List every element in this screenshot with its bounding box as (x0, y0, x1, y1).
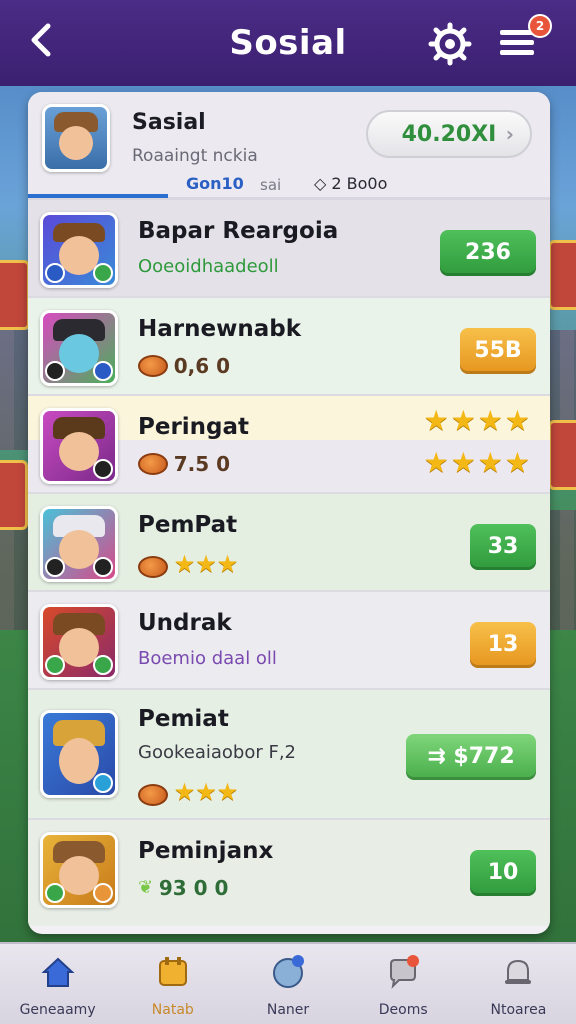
profile-name: Sasial (132, 110, 206, 135)
nav-label: Naner (266, 1002, 310, 1018)
friend-status: Ooeoidhaadeoll (138, 256, 279, 277)
friend-row[interactable]: Peringat 7.5 0 ★★★★ ★★★★ (28, 396, 550, 494)
friend-avatar (40, 710, 118, 798)
friend-row[interactable]: Harnewnabk 0,6 0 55B (28, 298, 550, 396)
friend-name: Harnewnabk (138, 316, 301, 342)
coin-icon (138, 355, 168, 377)
top-bar: Sosial 2 (0, 0, 576, 86)
gear-icon (428, 22, 472, 66)
chat-icon (390, 955, 420, 989)
friend-rating: ★★★ (138, 778, 238, 806)
home-icon (41, 957, 75, 987)
menu-button[interactable]: 2 (498, 14, 552, 64)
nav-label: Natab (151, 1002, 194, 1018)
tab-right-label: 2 Bo0o (331, 174, 388, 193)
star-rating: ★★★★ (423, 446, 532, 479)
score-button[interactable]: ⇉ $772 (406, 734, 536, 780)
friend-name: Peringat (138, 414, 250, 440)
bottom-nav: Geneaamy Natab Naner Deoms Ntoarea (0, 942, 576, 1024)
nav-label: Deoms (378, 1002, 428, 1018)
globe-icon (273, 955, 304, 988)
chevron-right-icon: › (505, 122, 514, 146)
friend-row[interactable]: Undrak Boemio daal oll 13 (28, 592, 550, 690)
coin-icon (138, 453, 168, 475)
friend-coins: 7.5 0 (138, 452, 230, 476)
profile-avatar[interactable] (42, 104, 110, 172)
nav-item-alerts[interactable]: Ntoarea (461, 944, 576, 1024)
profile-card: Sasial Roaaingt nckia 40.20XI › Gon10 sa… (28, 92, 550, 200)
score-button[interactable]: 33 (470, 524, 536, 570)
friend-coins: ❦ 93 0 0 (138, 876, 228, 900)
friend-name: Undrak (138, 610, 232, 636)
coin-icon (138, 556, 168, 578)
nav-item-home[interactable]: Geneaamy (0, 944, 115, 1024)
chevron-left-icon (31, 23, 51, 57)
back-button[interactable] (26, 22, 66, 62)
tab-right[interactable]: ◇ 2 Bo0o (314, 174, 387, 193)
friend-rating: ★★★ (138, 550, 238, 578)
friend-row[interactable]: Peminjanx ❦ 93 0 0 10 (28, 820, 550, 926)
nav-label: Geneaamy (19, 1002, 96, 1018)
star-icon: ★★★ (173, 778, 239, 806)
nav-item-chat[interactable]: Deoms (346, 944, 461, 1024)
nav-label: Ntoarea (490, 1002, 547, 1018)
tab-friends[interactable]: Gon10 (186, 174, 244, 193)
settings-button[interactable] (428, 22, 472, 66)
coin-icon (138, 784, 168, 806)
friend-avatar (40, 604, 118, 680)
score-button[interactable]: 10 (470, 850, 536, 896)
friend-avatar (40, 212, 118, 288)
page-title: Sosial (229, 23, 347, 63)
friend-name: Pemiat (138, 706, 229, 732)
coin-value: 0,6 0 (173, 354, 231, 378)
friend-row[interactable]: Bapar Reargoia Ooeoidhaadeoll 236 (28, 200, 550, 298)
friend-avatar (40, 506, 118, 582)
bell-icon (505, 959, 532, 984)
calendar-icon (158, 957, 187, 986)
friend-name: Bapar Reargoia (138, 218, 339, 244)
score-value: $772 (453, 744, 515, 769)
friend-status: Gookeaiaobor F,2 (138, 742, 296, 763)
nav-item-calendar[interactable]: Natab (115, 944, 230, 1024)
score-button[interactable]: 13 (470, 622, 536, 668)
friend-coins: 0,6 0 (138, 354, 230, 378)
score-button[interactable]: 55B (460, 328, 536, 374)
social-panel: Sasial Roaaingt nckia 40.20XI › Gon10 sa… (28, 92, 550, 934)
star-rating: ★★★★ (423, 404, 532, 437)
notification-badge: 2 (528, 14, 552, 38)
friend-name: PemPat (138, 512, 238, 538)
leaf-icon: ❦ (138, 877, 159, 898)
friend-avatar (40, 832, 118, 908)
nav-item-globe[interactable]: Naner (230, 944, 345, 1024)
currency-value: 40.20XI (401, 121, 497, 147)
friend-name: Peminjanx (138, 838, 274, 864)
coin-value: 7.5 0 (173, 452, 231, 476)
tab-middle[interactable]: sai (260, 176, 281, 194)
coin-value: 93 0 0 (158, 876, 229, 900)
star-icon: ★★★ (173, 550, 239, 578)
friend-avatar (40, 310, 118, 386)
arrows-icon: ⇉ (427, 744, 454, 769)
friend-status: Boemio daal oll (138, 648, 277, 669)
tag-icon: ◇ (314, 174, 332, 193)
friend-row[interactable]: Pemiat Gookeaiaobor F,2 ★★★ ⇉ $772 (28, 690, 550, 820)
currency-pill[interactable]: 40.20XI › (366, 110, 532, 158)
profile-subtitle: Roaaingt nckia (132, 146, 258, 166)
score-button[interactable]: 236 (440, 230, 536, 276)
friend-row[interactable]: PemPat ★★★ 33 (28, 494, 550, 592)
friend-avatar (40, 408, 118, 484)
active-tab-indicator (28, 194, 168, 198)
